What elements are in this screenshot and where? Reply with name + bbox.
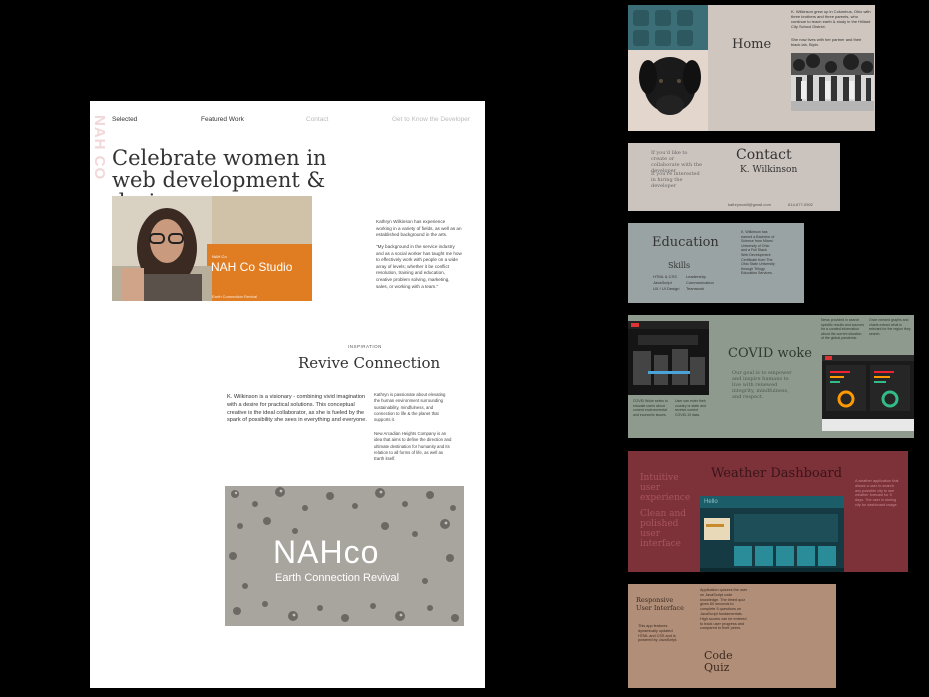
quiz-card-text-1: This app features dynamically updated HT… (638, 624, 678, 643)
contact-card-title: Contact (736, 147, 792, 163)
education-card-text: K. Wilkinson has earned a Bachelor of Sc… (741, 230, 775, 276)
weather-card-title: Weather Dashboard (711, 466, 843, 481)
covid-card[interactable]: COVID woke Our goal is to empower and in… (628, 315, 914, 438)
weather-card-right-text: A weather application that allows a user… (855, 479, 899, 507)
contact-card[interactable]: If you'd like to create or collaborate w… (628, 143, 840, 211)
contact-card-email[interactable]: kathryncwill@gmail.com (728, 202, 771, 207)
studio-photo: NAH Co NAH Co Studio Earth Connection Re… (112, 196, 312, 301)
about-paragraph-2: "My background in the service industry a… (376, 244, 462, 289)
photo-caption: NAH Co Studio (211, 260, 293, 274)
contact-card-name: K. Wilkinson (740, 165, 798, 175)
home-card-title: Home (732, 37, 772, 52)
home-card-text-2: She now lives with her partner and their… (791, 37, 862, 47)
skill-leadership: Leadership (686, 274, 706, 279)
weather-card-left-text-2: Clean and polished user interface (640, 509, 687, 549)
covid-card-right-text: News provided in search specific results… (821, 318, 864, 340)
nav-selected[interactable]: Selected (112, 116, 137, 123)
skill-teamwork: Teamwork (686, 286, 705, 291)
contact-card-text-2: If you're interested in hiring the devel… (651, 171, 700, 189)
weather-screenshot: Hello (700, 496, 844, 572)
family-photo (791, 53, 874, 111)
nav-contact[interactable]: Contact (306, 116, 328, 123)
dog-photo (628, 5, 708, 131)
weather-card[interactable]: Weather Dashboard Intuitive user experie… (628, 451, 908, 572)
covid-screenshot-left (628, 321, 709, 395)
drops-logo: NAHco (273, 534, 380, 570)
skill-javascript: JavaScript (653, 280, 672, 285)
revive-paragraph-2: New Arcadian Heights Company is an idea … (374, 431, 452, 462)
vertical-logo: NAH CO (91, 115, 110, 195)
drops-subtitle: Earth Connection Revival (275, 572, 400, 584)
vertical-logo-text: NAH CO (91, 115, 108, 181)
photo-caption-sub: Earth Connection Revival (212, 294, 258, 299)
nav-featured-work[interactable]: Featured Work (201, 116, 244, 123)
about-paragraph-1: Kathryn Wilkinson has experience working… (376, 219, 462, 238)
photo-caption-small: NAH Co (212, 254, 227, 259)
quiz-card-title-1: Responsive User Interface (636, 596, 684, 612)
weather-card-left-text-1: Intuitive user experience (640, 473, 691, 503)
covid-card-title: COVID woke (728, 346, 812, 361)
education-card-title: Education (652, 235, 719, 250)
section-title: Revive Connection (298, 354, 441, 372)
revive-paragraph-1: Kathryn is passionate about elevating th… (374, 392, 446, 423)
covid-card-left-text: COVID Woke seeks to educate users about … (633, 399, 668, 417)
skill-communication: Communication (686, 280, 714, 285)
covid-card-right-text-2: Once needed graphs and charts extract wh… (869, 318, 911, 336)
raindrops-image: NAHco Earth Connection Revival (225, 486, 464, 626)
quiz-card-title-2: Code Quiz (704, 649, 733, 674)
quiz-card-text-2: Application quizzes the user on JavaScri… (700, 588, 748, 631)
vision-text: K. Wilkinson is a visionary - combining … (227, 394, 367, 424)
portfolio-page: NAH CO Selected Featured Work Contact Ge… (90, 101, 485, 688)
skill-ux-ui: UX / UI Design (653, 286, 680, 291)
skills-title: Skills (668, 261, 691, 270)
education-card[interactable]: Education Skills HTML & CSS JavaScript U… (628, 223, 804, 303)
covid-screenshot-right (822, 355, 914, 431)
home-card-text-1: K. Wilkinson grew up in Columbus, Ohio w… (791, 9, 871, 29)
home-card[interactable]: Home K. Wilkinson grew up in Columbus, O… (628, 5, 875, 131)
covid-card-subtitle: Our goal is to empower and inspire human… (732, 370, 792, 400)
contact-card-phone[interactable]: 614-677-0902 (788, 202, 813, 207)
quiz-card[interactable]: Responsive User Interface This app featu… (628, 584, 836, 688)
covid-card-left-text-2: User can enter their country or state an… (675, 399, 706, 417)
section-eyebrow: INSPIRATION (348, 344, 382, 349)
nav-get-to-know[interactable]: Get to Know the Developer (392, 116, 470, 123)
skill-html-css: HTML & CSS (653, 274, 677, 279)
